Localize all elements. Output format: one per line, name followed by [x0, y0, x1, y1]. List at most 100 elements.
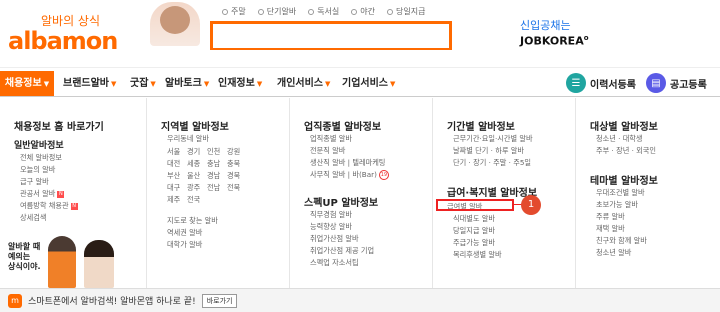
search-input[interactable] [213, 24, 449, 48]
spec-link[interactable]: 스펙업 자소서팁 [310, 258, 359, 268]
region-link[interactable]: 충북 [227, 159, 247, 169]
period-link[interactable]: 날짜별 단기 · 하루 알바 [453, 146, 524, 156]
quick-link-short-term[interactable]: 단기알바 [257, 6, 296, 17]
benefit-link[interactable]: 식대별도 알바 [453, 214, 495, 224]
nav-item-personal[interactable]: 개인서비스 ▼ [277, 71, 330, 96]
region-link[interactable]: 전국 [187, 195, 207, 205]
region-row: 대전 세종 충남 충북 [167, 159, 247, 169]
sidebar-item-label: 관공서 알바 [20, 189, 56, 198]
office-link[interactable]: 사무직 알바 | 바(Bar) 19 [310, 170, 389, 180]
jobkorea-logo-mark: o [583, 34, 589, 42]
promo-banner[interactable]: 알바할 때 예의는 상식이야. [8, 236, 138, 288]
nav-item-talent[interactable]: 인재정보 ▼ [218, 71, 262, 96]
region-link[interactable]: 전북 [227, 183, 247, 193]
region-row: 서울 경기 인천 강원 [167, 147, 247, 157]
sidebar-item-all-jobs[interactable]: 전체 알바정보 [20, 153, 62, 163]
target-title[interactable]: 대상별 알바정보 [590, 118, 658, 133]
quick-link-same-day-pay[interactable]: 당일지급 [387, 6, 425, 17]
theme-link[interactable]: 주류 알바 [596, 212, 625, 222]
albamon-app-icon: m [8, 293, 22, 308]
benefit-link[interactable]: 주급가능 알바 [453, 238, 495, 248]
period-link[interactable]: 근무기간·요일·시간별 알바 [453, 134, 533, 144]
station-area-link[interactable]: 역세권 알바 [167, 228, 202, 238]
banner-model-image[interactable] [150, 2, 200, 46]
theme-link[interactable]: 초보가능 알바 [596, 200, 638, 210]
spec-up-title[interactable]: 스펙UP 알바정보 [304, 194, 378, 209]
quick-link-study-room[interactable]: 독서실 [308, 6, 339, 17]
sidebar-item-summer-vacation[interactable]: 여름방학 채용관 N [20, 201, 78, 211]
theme-link[interactable]: 우대조건별 알바 [596, 188, 645, 198]
period-title[interactable]: 기간별 알바정보 [447, 118, 515, 133]
jobkorea-banner-line1[interactable]: 신입공채는 [520, 17, 571, 33]
app-go-button[interactable]: 바로가기 [201, 293, 238, 308]
nav-item-goodjob[interactable]: 굿잡 ▼ [130, 71, 156, 96]
sidebar-item-today[interactable]: 오늘의 알바 [20, 165, 55, 175]
region-link[interactable]: 부산 [167, 171, 187, 181]
chevron-down-icon: ▼ [43, 80, 50, 88]
nav-item-brand[interactable]: 브랜드알바 ▼ [63, 71, 116, 96]
industry-link[interactable]: 업직종별 알바 [310, 134, 352, 144]
theme-link[interactable]: 청소년 알바 [596, 248, 631, 258]
nav-item-talk[interactable]: 알바토크 ▼ [165, 71, 209, 96]
bar-link[interactable]: 바(Bar) [352, 170, 377, 179]
sidebar-title[interactable]: 채용정보 홈 바로가기 [14, 118, 104, 133]
region-link[interactable]: 울산 [187, 171, 207, 181]
theme-title[interactable]: 테마별 알바정보 [590, 172, 658, 187]
production-link[interactable]: 생산직 알바 | 텔레마케팅 [310, 158, 385, 168]
sidebar-item-public-office[interactable]: 관공서 알바 N [20, 189, 65, 199]
region-link[interactable]: 경북 [227, 171, 247, 181]
region-link[interactable]: 경기 [187, 147, 207, 157]
spec-link[interactable]: 취업가산점 제공 기업 [310, 246, 374, 256]
region-neighborhood-link[interactable]: 우리동네 알바 [167, 134, 209, 144]
jobkorea-banner-logo[interactable]: JOBKOREAo [520, 34, 589, 48]
column-period: 기간별 알바정보 근무기간·요일·시간별 알바 날짜별 단기 · 하루 알바 단… [432, 98, 575, 288]
nav-item-jobs[interactable]: 채용정보 ▼ [0, 71, 54, 96]
spec-link[interactable]: 직무경험 알바 [310, 210, 352, 220]
promo-line: 상식이야. [8, 262, 41, 271]
region-title[interactable]: 지역별 알바정보 [161, 118, 229, 133]
region-link[interactable]: 대전 [167, 159, 187, 169]
period-link[interactable]: 단기 · 장기 · 주말 · 주5일 [453, 158, 531, 168]
professional-link[interactable]: 전문직 알바 [310, 146, 345, 156]
quick-link-night[interactable]: 야간 [351, 6, 375, 17]
post-icon: ▤ [646, 73, 666, 93]
quick-link-weekend[interactable]: 주말 [222, 6, 246, 17]
nav-item-label: 기업서비스 [342, 78, 388, 89]
albamon-logo[interactable]: albamon [8, 27, 118, 55]
chevron-down-icon: ▼ [150, 80, 156, 88]
sidebar-section-title[interactable]: 일반알바정보 [14, 138, 64, 151]
search-box[interactable] [210, 21, 452, 50]
sidebar-item-urgent[interactable]: 급구 알바 [20, 177, 49, 187]
map-search-link[interactable]: 지도로 찾는 알바 [167, 216, 218, 226]
region-link[interactable]: 전남 [207, 183, 227, 193]
region-link[interactable]: 서울 [167, 147, 187, 157]
target-link[interactable]: 주부 · 장년 · 외국인 [596, 146, 656, 156]
region-link[interactable]: 세종 [187, 159, 207, 169]
target-link[interactable]: 청소년 · 대학생 [596, 134, 643, 144]
spec-link[interactable]: 능력향상 알바 [310, 222, 352, 232]
region-link[interactable]: 제주 [167, 195, 187, 205]
region-link[interactable]: 강원 [227, 147, 247, 157]
region-link[interactable]: 대구 [167, 183, 187, 193]
benefit-link[interactable]: 복리후생별 알바 [453, 250, 502, 260]
step-marker: 1 [521, 195, 541, 215]
region-link[interactable]: 충남 [207, 159, 227, 169]
job-post-button[interactable]: ▤ 공고등록 [646, 70, 707, 96]
region-link[interactable]: 광주 [187, 183, 207, 193]
column-target: 대상별 알바정보 청소년 · 대학생 주부 · 장년 · 외국인 테마별 알바정… [575, 98, 720, 288]
office-label: 사무직 알바 [310, 170, 346, 179]
resume-register-button[interactable]: ☰ 이력서등록 [566, 70, 636, 96]
benefit-link[interactable]: 당일지급 알바 [453, 226, 495, 236]
nav-item-company[interactable]: 기업서비스 ▼ [342, 71, 395, 96]
region-link[interactable]: 인천 [207, 147, 227, 157]
telemarketing-link[interactable]: 텔레마케팅 [352, 158, 385, 167]
university-area-link[interactable]: 대학가 알바 [167, 240, 202, 250]
theme-link[interactable]: 친구와 함께 알바 [596, 236, 647, 246]
app-promo-text: 스마트폰에서 알바검색! 알바몬앱 하나로 끝! [28, 297, 196, 307]
spec-link[interactable]: 취업가산점 알바 [310, 234, 359, 244]
sidebar-item-detail-search[interactable]: 상세검색 [20, 213, 46, 223]
nav-item-label: 개인서비스 [277, 78, 323, 89]
region-link[interactable]: 경남 [207, 171, 227, 181]
industry-title[interactable]: 업직종별 알바정보 [304, 118, 381, 133]
theme-link[interactable]: 재택 알바 [596, 224, 625, 234]
